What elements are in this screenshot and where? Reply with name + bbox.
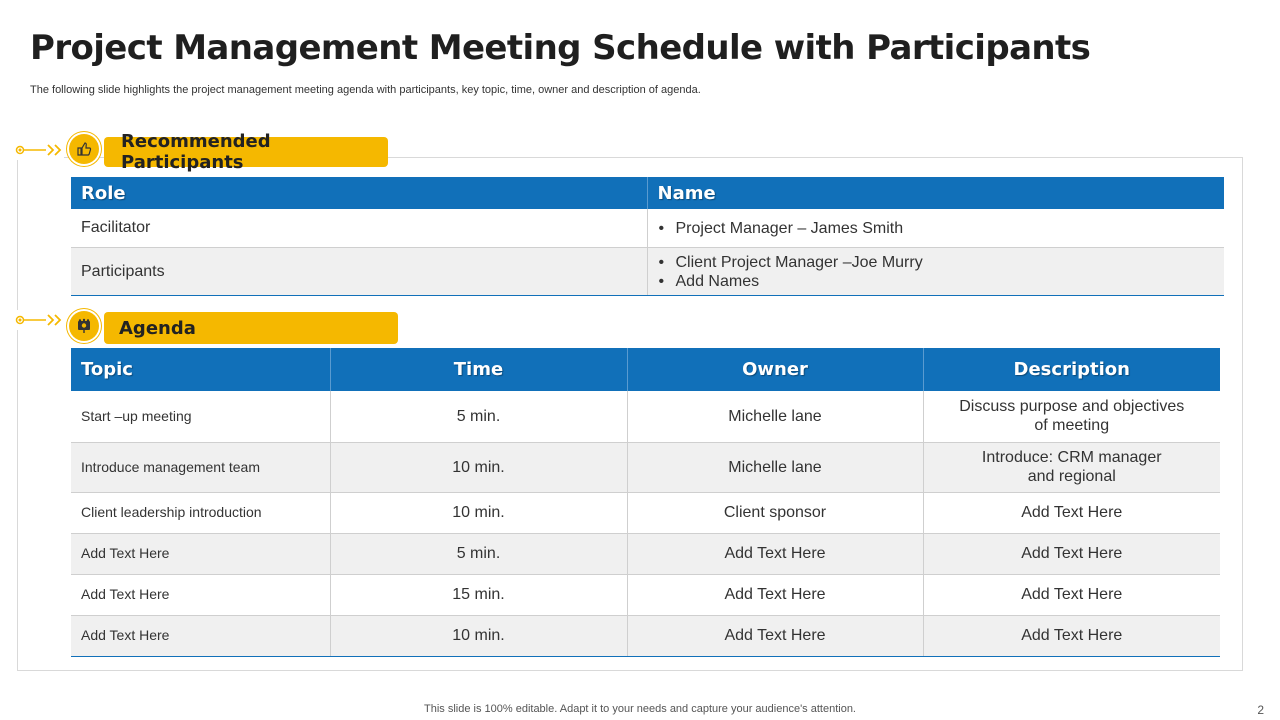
footer-note: This slide is 100% editable. Adapt it to…: [424, 703, 856, 715]
table-row: Add Text Here 10 min. Add Text Here Add …: [71, 615, 1220, 657]
owner-cell: Add Text Here: [627, 574, 924, 616]
topic-cell: Introduce management team: [71, 442, 331, 493]
description-cell: Introduce: CRM manager and regional: [923, 442, 1220, 493]
description-line: and regional: [1027, 468, 1116, 485]
page-title: Project Management Meeting Schedule with…: [30, 28, 1091, 68]
arrow-connector-icon: [15, 144, 62, 156]
role-cell: Participants: [71, 247, 648, 296]
topic-cell: Add Text Here: [71, 574, 331, 616]
table-row: Add Text Here 5 min. Add Text Here Add T…: [71, 533, 1220, 575]
meeting-board-icon: [69, 311, 99, 341]
column-header-owner: Owner: [627, 348, 924, 391]
owner-cell: Michelle lane: [627, 442, 924, 493]
role-cell: Facilitator: [71, 209, 648, 248]
name-item: Project Manager – James Smith: [658, 219, 1215, 238]
column-header-role: Role: [71, 177, 648, 209]
thumbs-up-icon: [69, 134, 99, 164]
table-row: Add Text Here 15 min. Add Text Here Add …: [71, 574, 1220, 616]
table-row: Participants Client Project Manager –Joe…: [71, 247, 1224, 296]
owner-cell: Michelle lane: [627, 391, 924, 443]
description-cell: Discuss purpose and objectives of meetin…: [923, 391, 1220, 443]
table-row: Start –up meeting 5 min. Michelle lane D…: [71, 391, 1220, 443]
column-header-time: Time: [330, 348, 628, 391]
page-subtitle: The following slide highlights the proje…: [30, 84, 701, 96]
time-cell: 10 min.: [330, 615, 628, 657]
time-cell: 5 min.: [330, 533, 628, 575]
name-cell: Client Project Manager –Joe Murry Add Na…: [647, 247, 1224, 296]
owner-cell: Add Text Here: [627, 615, 924, 657]
page-number: 2: [1257, 703, 1264, 717]
column-header-name: Name: [647, 177, 1224, 209]
topic-cell: Client leadership introduction: [71, 492, 331, 534]
description-cell: Add Text Here: [923, 574, 1220, 616]
table-row: Facilitator Project Manager – James Smit…: [71, 209, 1224, 248]
topic-cell: Add Text Here: [71, 615, 331, 657]
table-row: Client leadership introduction 10 min. C…: [71, 492, 1220, 534]
agenda-section-label: Agenda: [104, 312, 398, 344]
description-line: Introduce: CRM manager: [981, 449, 1162, 466]
name-cell: Project Manager – James Smith: [647, 209, 1224, 248]
time-cell: 10 min.: [330, 442, 628, 493]
name-item: Add Names: [658, 272, 1215, 291]
description-cell: Add Text Here: [923, 615, 1220, 657]
arrow-connector-icon: [15, 314, 62, 326]
description-cell: Add Text Here: [923, 492, 1220, 534]
owner-cell: Add Text Here: [627, 533, 924, 575]
owner-cell: Client sponsor: [627, 492, 924, 534]
time-cell: 5 min.: [330, 391, 628, 443]
description-cell: Add Text Here: [923, 533, 1220, 575]
description-line: Discuss purpose and objectives: [959, 398, 1185, 416]
column-header-topic: Topic: [71, 348, 331, 391]
participants-table: Role Name Facilitator Project Manager – …: [71, 177, 1224, 296]
participants-section-label: Recommended Participants: [104, 131, 388, 173]
column-header-description: Description: [923, 348, 1220, 391]
topic-cell: Start –up meeting: [71, 391, 331, 443]
description-line: of meeting: [1034, 417, 1110, 435]
name-item: Client Project Manager –Joe Murry: [658, 253, 1215, 272]
topic-cell: Add Text Here: [71, 533, 331, 575]
table-row: Introduce management team 10 min. Michel…: [71, 442, 1220, 493]
time-cell: 15 min.: [330, 574, 628, 616]
agenda-table: Topic Time Owner Description Start –up m…: [71, 348, 1220, 657]
time-cell: 10 min.: [330, 492, 628, 534]
